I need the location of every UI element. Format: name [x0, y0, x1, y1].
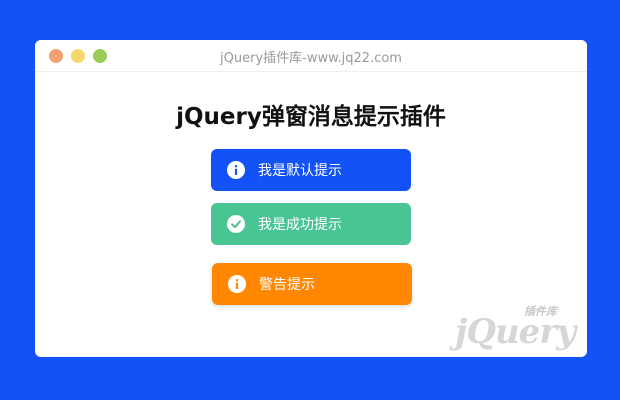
browser-window: jQuery插件库-www.jq22.com jQuery弹窗消息提示插件 我是… — [35, 40, 587, 357]
success-tip-label: 我是成功提示 — [258, 217, 342, 233]
default-tip-label: 我是默认提示 — [258, 163, 342, 179]
warning-tip-label: 警告提示 — [259, 277, 315, 293]
logo-en-text: jQuery — [455, 312, 576, 352]
default-tip-button[interactable]: 我是默认提示 — [211, 149, 411, 191]
jquery-logo-watermark: 插件库 jQuery — [447, 303, 577, 349]
window-titlebar: jQuery插件库-www.jq22.com — [35, 40, 587, 72]
info-icon — [227, 161, 245, 179]
check-icon — [227, 215, 245, 233]
success-tip-button[interactable]: 我是成功提示 — [211, 203, 411, 245]
info-icon — [228, 275, 246, 293]
page-title: jQuery弹窗消息提示插件 — [176, 104, 446, 130]
window-title: jQuery插件库-www.jq22.com — [220, 51, 402, 66]
warning-tip-button[interactable]: 警告提示 — [212, 263, 412, 305]
